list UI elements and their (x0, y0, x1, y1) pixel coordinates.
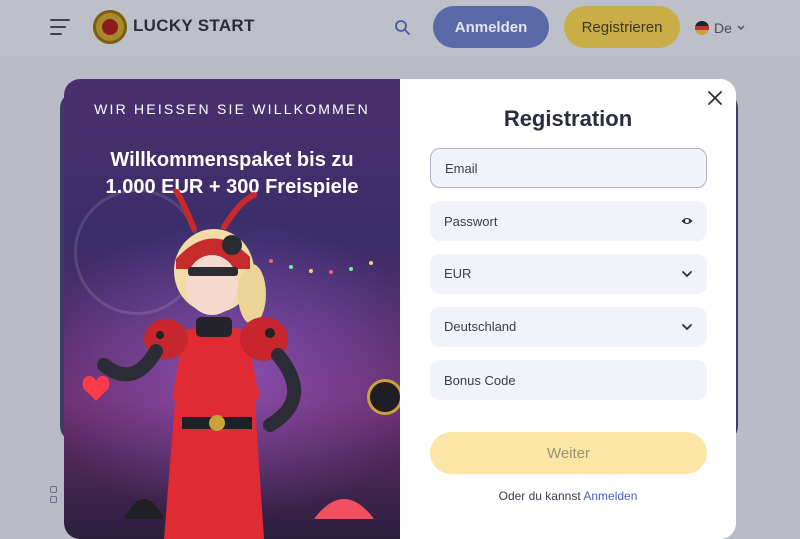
chevron-down-icon (737, 25, 745, 30)
brand-name[interactable]: LUCKY START (133, 16, 255, 36)
registration-modal: WIR HEISSEN SIE WILLKOMMEN Willkommenspa… (64, 79, 736, 539)
register-button[interactable]: Registrieren (564, 6, 680, 48)
form-title: Registration (503, 106, 633, 131)
promo-panel: WIR HEISSEN SIE WILLKOMMEN Willkommenspa… (64, 79, 400, 539)
ladybug-character-illustration (82, 189, 374, 539)
poker-chip-illustration (367, 379, 400, 415)
email-input[interactable] (431, 149, 706, 187)
continue-button[interactable]: Weiter (430, 432, 707, 474)
language-label: De (714, 20, 732, 36)
password-input[interactable] (430, 201, 707, 241)
language-selector[interactable]: De (695, 18, 745, 38)
promo-headline-line1: Willkommenspaket bis zu (110, 149, 354, 171)
country-select[interactable]: Deutschland (430, 307, 707, 347)
menu-icon[interactable] (50, 19, 70, 35)
promo-kicker: WIR HEISSEN SIE WILLKOMMEN (94, 101, 370, 117)
bonus-code-field-wrapper (430, 360, 707, 400)
german-flag-icon (695, 21, 709, 35)
chevron-down-icon (682, 324, 692, 331)
currency-select[interactable]: EUR (430, 254, 707, 294)
eye-icon[interactable] (681, 215, 693, 227)
chevron-down-icon (682, 271, 692, 278)
top-header: LUCKY START Anmelden Registrieren De (0, 0, 800, 56)
login-link[interactable]: Anmelden (583, 489, 637, 503)
currency-value: EUR (444, 266, 472, 281)
close-icon[interactable] (708, 91, 722, 105)
search-icon[interactable] (394, 19, 410, 35)
bonus-code-input[interactable] (430, 360, 707, 400)
registration-form: Registration EUR Deutschland (400, 79, 736, 539)
email-field-wrapper (430, 148, 707, 188)
login-button[interactable]: Anmelden (433, 6, 549, 48)
login-prompt: Oder du kannst Anmelden (400, 489, 736, 503)
login-prompt-text: Oder du kannst (498, 489, 581, 503)
country-value: Deutschland (444, 319, 517, 334)
password-field-wrapper (430, 201, 707, 241)
ladybug-logo-icon[interactable] (93, 10, 127, 44)
